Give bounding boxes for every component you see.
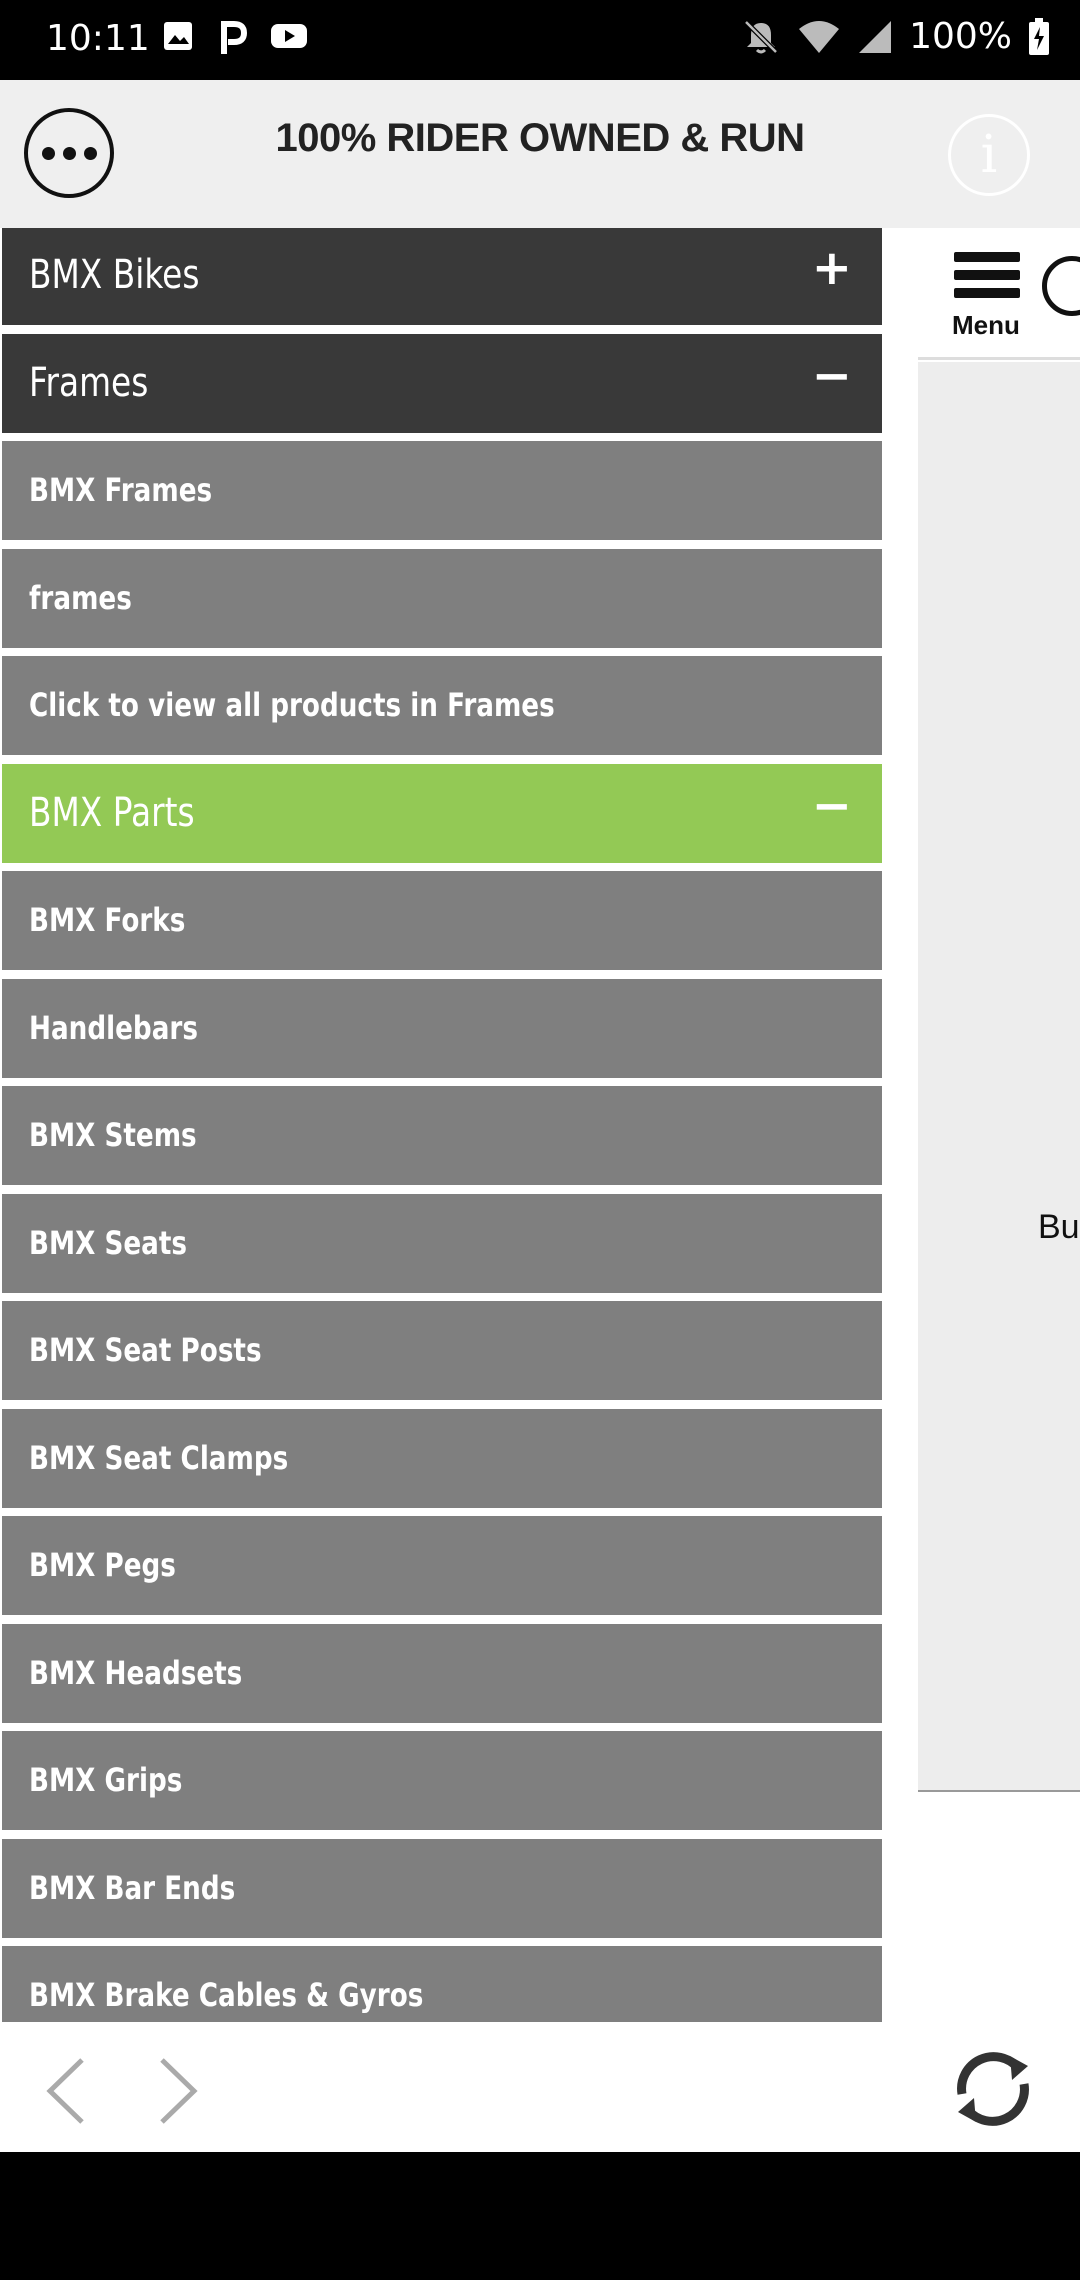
drawer-item-label: BMX Headsets bbox=[29, 1653, 243, 1692]
refresh-icon[interactable] bbox=[948, 2044, 1038, 2134]
youtube-icon bbox=[271, 24, 307, 48]
drawer-item-label: Handlebars bbox=[29, 1008, 198, 1047]
status-bar: 10:11 100% bbox=[0, 0, 1080, 80]
wifi-icon bbox=[799, 20, 840, 53]
hamburger-menu-icon[interactable] bbox=[954, 252, 1020, 306]
battery-charging-icon bbox=[1029, 17, 1049, 55]
drawer-item[interactable]: BMX Seat Posts bbox=[2, 1301, 882, 1400]
battery-percentage: 100% bbox=[909, 16, 1012, 57]
signal-icon bbox=[859, 20, 892, 53]
drawer-item[interactable]: BMX Pegs bbox=[2, 1516, 882, 1615]
system-nav-bar bbox=[0, 2152, 1080, 2280]
drawer-item[interactable]: frames bbox=[2, 548, 882, 648]
back-arrow-icon[interactable] bbox=[38, 2056, 98, 2126]
drawer-item-label: Click to view all products in Frames bbox=[29, 686, 555, 724]
drawer-item-label: BMX Pegs bbox=[29, 1546, 176, 1584]
p-app-icon bbox=[221, 21, 248, 54]
navigation-drawer: BMX Bikes + Frames − BMX Frames frames Click t… bbox=[0, 228, 885, 2022]
drawer-item-label: BMX Grips bbox=[29, 1761, 183, 1799]
image-icon bbox=[164, 22, 192, 50]
drawer-item-label: BMX Seat Clamps bbox=[29, 1438, 289, 1477]
app-header: 100% RIDER OWNED & RUN i bbox=[0, 80, 1080, 228]
drawer-item[interactable]: BMX Stems bbox=[2, 1086, 882, 1185]
collapse-icon[interactable]: − bbox=[812, 348, 852, 404]
drawer-item[interactable]: Click to view all products in Frames bbox=[2, 656, 882, 755]
drawer-item[interactable]: BMX Bikes + bbox=[2, 228, 882, 325]
drawer-item-label: BMX Forks bbox=[29, 901, 186, 939]
forward-arrow-icon[interactable] bbox=[146, 2056, 206, 2126]
drawer-item[interactable]: BMX Seats bbox=[2, 1193, 882, 1293]
drawer-item-label: BMX Parts bbox=[29, 789, 195, 836]
drawer-item-label: BMX Bar Ends bbox=[29, 1868, 236, 1907]
more-icon[interactable] bbox=[24, 108, 114, 198]
drawer-item[interactable]: BMX Parts − bbox=[2, 763, 882, 863]
drawer-item-label: BMX Seats bbox=[29, 1223, 188, 1262]
site-header: Menu bbox=[918, 228, 1080, 360]
drawer-item[interactable]: BMX Seat Clamps bbox=[2, 1408, 882, 1508]
drawer-item-label: Frames bbox=[29, 359, 149, 406]
collapse-icon[interactable]: − bbox=[812, 778, 852, 834]
browser-nav-bar bbox=[0, 2022, 1080, 2152]
drawer-item[interactable]: BMX Headsets bbox=[2, 1623, 882, 1723]
drawer-item-label: BMX Frames bbox=[29, 471, 213, 509]
page-title: 100% RIDER OWNED & RUN bbox=[275, 116, 805, 160]
web-content: Menu Bu BMX Bikes + Frames − BMX Frames frame… bbox=[0, 228, 1080, 2022]
drawer-item[interactable]: BMX Frames bbox=[2, 441, 882, 540]
page-body-text: Bu bbox=[1038, 1208, 1080, 1246]
search-icon[interactable] bbox=[1042, 256, 1080, 316]
drawer-item[interactable]: BMX Forks bbox=[2, 871, 882, 970]
drawer-item[interactable]: Frames − bbox=[2, 333, 882, 433]
drawer-item[interactable]: BMX Grips bbox=[2, 1731, 882, 1830]
drawer-item-label: BMX Brake Cables & Gyros bbox=[29, 1976, 424, 2014]
expand-icon[interactable]: + bbox=[812, 240, 852, 296]
drawer-item-label: BMX Stems bbox=[29, 1116, 197, 1154]
drawer-item-label: BMX Bikes bbox=[29, 252, 200, 298]
drawer-item[interactable]: BMX Bar Ends bbox=[2, 1838, 882, 1938]
status-time: 10:11 bbox=[46, 18, 150, 59]
menu-label[interactable]: Menu bbox=[952, 310, 1020, 341]
info-icon[interactable]: i bbox=[948, 114, 1030, 196]
drawer-item[interactable]: Handlebars bbox=[2, 978, 882, 1078]
drawer-item-label: BMX Seat Posts bbox=[29, 1331, 262, 1369]
page-body: Bu bbox=[918, 362, 1080, 1792]
notifications-off-icon bbox=[744, 19, 778, 54]
drawer-item-label: frames bbox=[29, 578, 132, 617]
drawer-item[interactable]: BMX Brake Cables & Gyros bbox=[2, 1946, 882, 2022]
